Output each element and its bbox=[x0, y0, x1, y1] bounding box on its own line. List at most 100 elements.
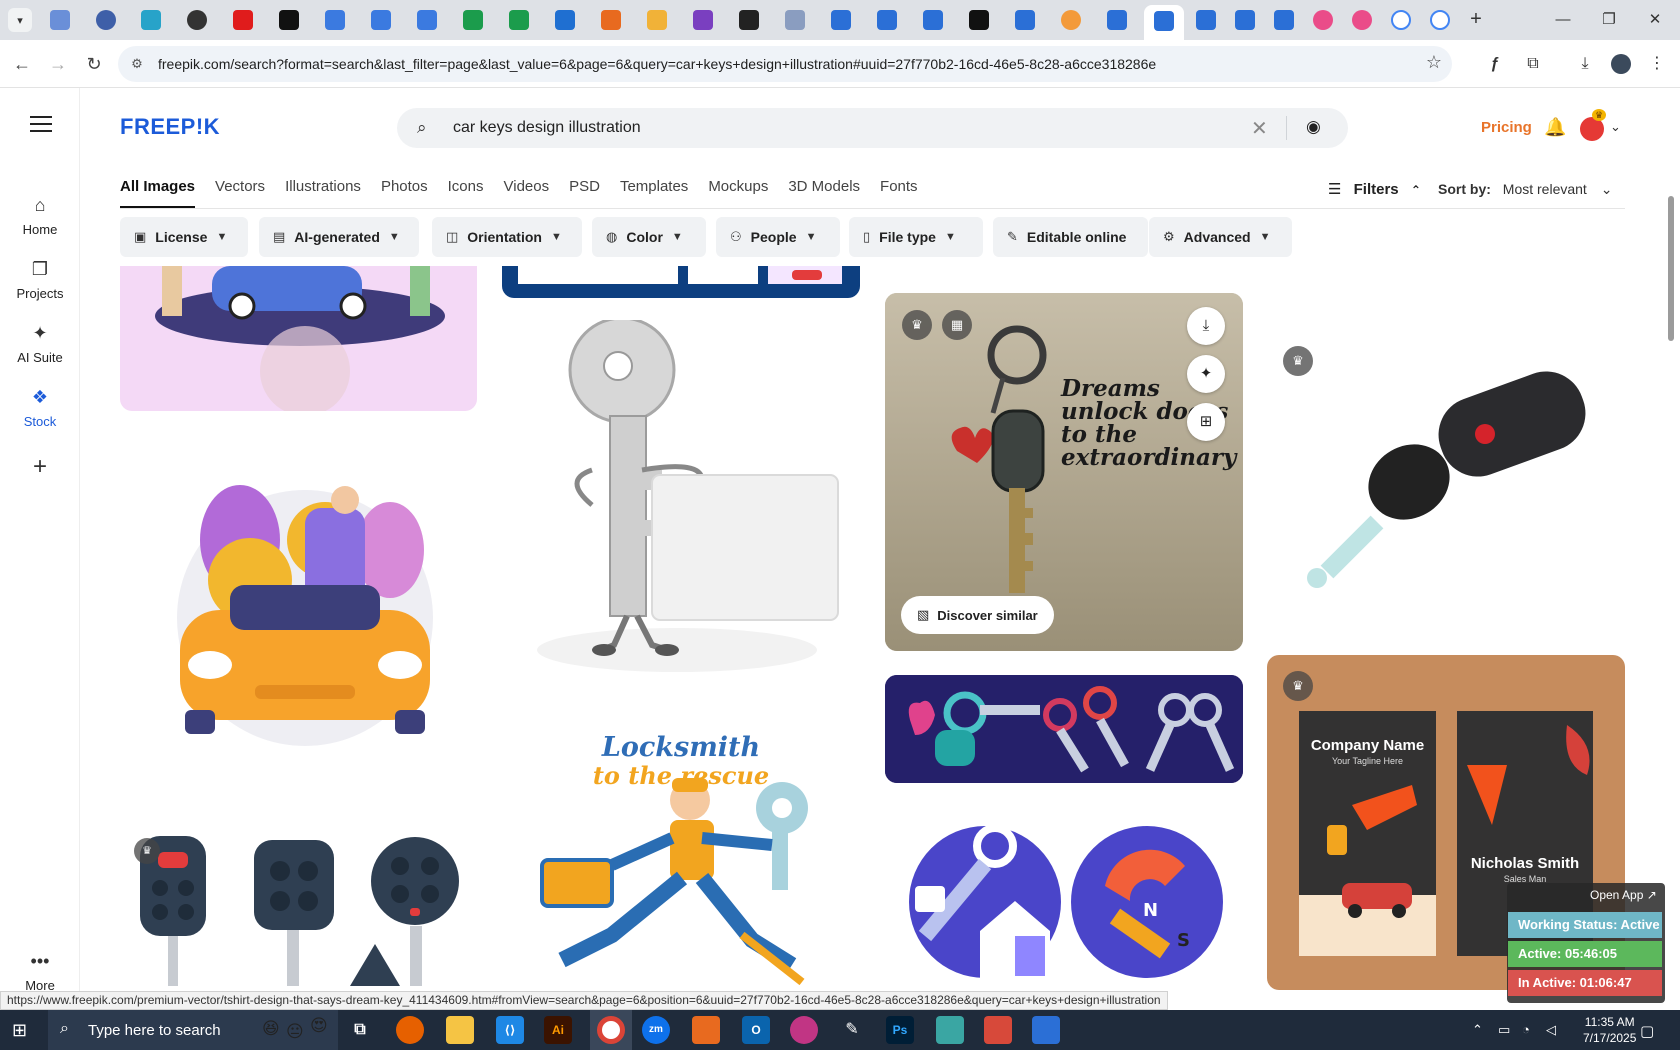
tab-favicon[interactable] bbox=[1274, 10, 1294, 30]
clear-search-icon[interactable]: ✕ bbox=[1251, 116, 1268, 141]
tab-illustrations[interactable]: Illustrations bbox=[285, 178, 361, 208]
chip-people[interactable]: ⚇ People ▼ bbox=[716, 217, 840, 257]
tab-favicon[interactable] bbox=[463, 10, 483, 30]
tab-search-button[interactable]: ▾ bbox=[8, 8, 32, 32]
download-icon[interactable]: ⤓ bbox=[1573, 52, 1597, 76]
filters-button[interactable]: ☰ Filters ⌃ bbox=[1328, 180, 1421, 198]
tray-chevron-icon[interactable]: ⌃ bbox=[1472, 1022, 1483, 1038]
result-card[interactable] bbox=[502, 320, 860, 680]
rail-item-stock[interactable]: ❖ Stock bbox=[0, 386, 80, 429]
rail-item-add[interactable]: + bbox=[0, 455, 80, 484]
tab-favicon[interactable] bbox=[647, 10, 667, 30]
windows-start-icon[interactable]: ⊞ bbox=[12, 1020, 27, 1041]
zoom-icon[interactable]: zm bbox=[642, 1016, 670, 1044]
tab-favicon[interactable] bbox=[1061, 10, 1081, 30]
tab-favicon[interactable] bbox=[1015, 10, 1035, 30]
tab-favicon[interactable] bbox=[831, 10, 851, 30]
tab-favicon[interactable] bbox=[1313, 10, 1333, 30]
notifications-icon[interactable]: ▢ bbox=[1640, 1022, 1654, 1040]
active-tab[interactable] bbox=[1144, 5, 1184, 40]
result-card[interactable]: N S bbox=[885, 806, 1243, 986]
chip-ai-generated[interactable]: ▤ AI-generated ▼ bbox=[259, 217, 419, 257]
tab-favicon[interactable] bbox=[1196, 10, 1216, 30]
reload-icon[interactable]: ↻ bbox=[82, 52, 106, 76]
rail-item-ai-suite[interactable]: ✦ AI Suite bbox=[0, 322, 80, 365]
tab-vectors[interactable]: Vectors bbox=[215, 178, 265, 208]
tab-favicon[interactable] bbox=[279, 10, 299, 30]
tab-favicon[interactable] bbox=[739, 10, 759, 30]
discover-similar-button[interactable]: ▧ Discover similar bbox=[901, 596, 1054, 634]
tab-photos[interactable]: Photos bbox=[381, 178, 428, 208]
result-card[interactable]: Locksmith to the rescue bbox=[502, 720, 860, 990]
tab-favicon[interactable] bbox=[187, 10, 207, 30]
rail-item-projects[interactable]: ❐ Projects bbox=[0, 258, 80, 301]
tab-favicon[interactable] bbox=[96, 10, 116, 30]
page-scrollbar[interactable] bbox=[1668, 196, 1674, 341]
app-icon[interactable] bbox=[1032, 1016, 1060, 1044]
tab-favicon[interactable] bbox=[1430, 10, 1450, 30]
tab-favicon[interactable] bbox=[1107, 10, 1127, 30]
restore-icon[interactable]: ❐ bbox=[1586, 8, 1632, 32]
chevron-down-icon[interactable]: ⌄ bbox=[1610, 119, 1621, 135]
tab-favicon[interactable] bbox=[1391, 10, 1411, 30]
volume-icon[interactable]: ◁ bbox=[1546, 1022, 1556, 1038]
bookmark-star-icon[interactable]: ☆ bbox=[1426, 52, 1442, 73]
taskbar-clock[interactable]: 11:35 AM 7/17/2025 bbox=[1583, 1014, 1636, 1046]
tab-favicon[interactable] bbox=[785, 10, 805, 30]
tab-favicon[interactable] bbox=[555, 10, 575, 30]
task-view-icon[interactable]: ⧉ bbox=[346, 1016, 374, 1044]
firefox-icon[interactable] bbox=[396, 1016, 424, 1044]
tab-favicon[interactable] bbox=[969, 10, 989, 30]
search-input[interactable] bbox=[453, 116, 1153, 140]
hamburger-menu-icon[interactable] bbox=[30, 116, 52, 132]
extension-icon[interactable]: ƒ bbox=[1483, 52, 1507, 76]
new-tab-button[interactable]: + bbox=[1464, 8, 1488, 32]
close-window-icon[interactable]: ✕ bbox=[1632, 8, 1678, 32]
forward-icon[interactable]: → bbox=[46, 52, 70, 76]
tab-favicon[interactable] bbox=[923, 10, 943, 30]
extensions-puzzle-icon[interactable]: ⧉ bbox=[1521, 52, 1545, 76]
result-card[interactable]: ♛ bbox=[1267, 322, 1625, 592]
camera-search-icon[interactable]: ◉ bbox=[1306, 117, 1321, 137]
wifi-icon[interactable]: ◔ bbox=[1522, 1022, 1530, 1037]
ai-edit-button[interactable]: ✦ bbox=[1187, 355, 1225, 393]
app-icon[interactable] bbox=[692, 1016, 720, 1044]
tab-videos[interactable]: Videos bbox=[504, 178, 550, 208]
profile-avatar-icon[interactable] bbox=[1609, 52, 1633, 76]
freepik-logo[interactable]: FREEP!K bbox=[120, 114, 220, 140]
network-icon[interactable]: ▭ bbox=[1498, 1022, 1510, 1038]
result-card-hovered[interactable]: Dreams unlock doors to the extraordinary… bbox=[885, 293, 1243, 651]
chip-advanced[interactable]: ⚙ Advanced ▼ bbox=[1149, 217, 1292, 257]
tab-icons[interactable]: Icons bbox=[448, 178, 484, 208]
tab-favicon[interactable] bbox=[1352, 10, 1372, 30]
vscode-icon[interactable]: ⟨⟩ bbox=[496, 1016, 524, 1044]
save-to-collection-button[interactable]: ⊞ bbox=[1187, 403, 1225, 441]
chip-license[interactable]: ▣ License ▼ bbox=[120, 217, 248, 257]
bell-icon[interactable]: 🔔 bbox=[1544, 117, 1566, 138]
tab-favicon[interactable] bbox=[509, 10, 529, 30]
taskbar-search[interactable]: ⌕ Type here to search 😆 😐 😍 bbox=[48, 1010, 338, 1050]
illustrator-icon[interactable]: Ai bbox=[544, 1016, 572, 1044]
rail-item-home[interactable]: ⌂ Home bbox=[0, 194, 80, 237]
download-button[interactable]: ⤓ bbox=[1187, 307, 1225, 345]
tab-all-images[interactable]: All Images bbox=[120, 178, 196, 208]
result-card[interactable] bbox=[885, 675, 1243, 783]
address-bar[interactable]: ⚙ freepik.com/search?format=search&last_… bbox=[118, 46, 1452, 82]
app-icon[interactable] bbox=[790, 1016, 818, 1044]
open-app-link[interactable]: Open App ↗ bbox=[1590, 888, 1657, 902]
chip-file-type[interactable]: ▯ File type ▼ bbox=[849, 217, 983, 257]
tab-favicon[interactable] bbox=[233, 10, 253, 30]
result-card[interactable] bbox=[160, 470, 450, 750]
browser-menu-icon[interactable]: ⋮ bbox=[1645, 52, 1669, 76]
tab-favicon[interactable] bbox=[1235, 10, 1255, 30]
tab-3d-models[interactable]: 3D Models bbox=[788, 178, 860, 208]
site-info-icon[interactable]: ⚙ bbox=[128, 55, 146, 73]
tab-fonts[interactable]: Fonts bbox=[880, 178, 918, 208]
result-card[interactable]: ♛ bbox=[120, 826, 477, 986]
tab-psd[interactable]: PSD bbox=[569, 178, 600, 208]
tab-favicon[interactable] bbox=[693, 10, 713, 30]
tab-mockups[interactable]: Mockups bbox=[708, 178, 768, 208]
chip-editable-online[interactable]: ✎ Editable online bbox=[993, 217, 1148, 257]
url-text[interactable]: freepik.com/search?format=search&last_fi… bbox=[158, 56, 1156, 72]
photoshop-icon[interactable]: Ps bbox=[886, 1016, 914, 1044]
